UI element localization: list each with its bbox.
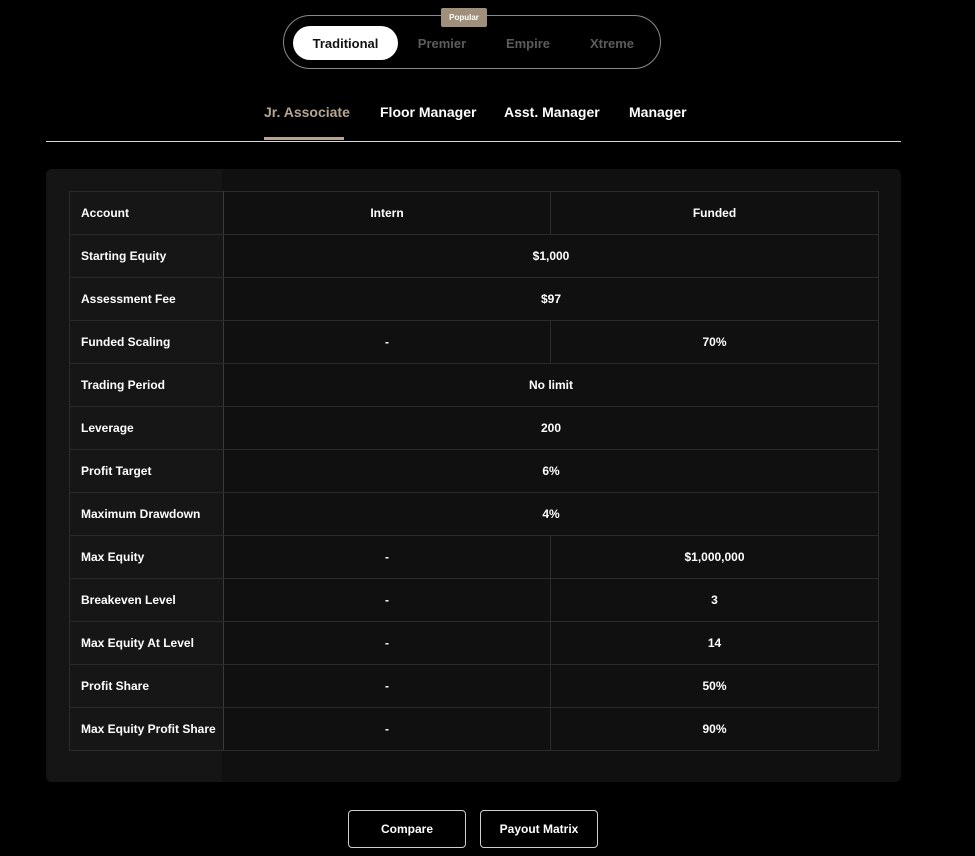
row-value-intern: - — [223, 707, 551, 751]
row-label: Breakeven Level — [69, 578, 224, 622]
row-value-funded: 3 — [550, 578, 879, 622]
account-spec-card: Account Intern Funded Starting Equity $1,… — [46, 169, 901, 782]
table-row: Funded Scaling -70% — [69, 320, 879, 364]
compare-button[interactable]: Compare — [348, 810, 466, 848]
row-value-funded: 50% — [550, 664, 879, 708]
table-row: Breakeven Level -3 — [69, 578, 879, 622]
tab-manager[interactable]: Manager — [629, 104, 687, 120]
tab-floor-manager[interactable]: Floor Manager — [380, 104, 476, 120]
table-row: Profit Target 6% — [69, 449, 879, 493]
row-label: Trading Period — [69, 363, 224, 407]
row-value: $97 — [223, 277, 879, 321]
row-label: Starting Equity — [69, 234, 224, 278]
plan-option-traditional[interactable]: Traditional — [293, 26, 398, 60]
row-value-funded: 14 — [550, 621, 879, 665]
row-label: Max Equity At Level — [69, 621, 224, 665]
header-account: Account — [69, 191, 224, 235]
row-label: Profit Target — [69, 449, 224, 493]
plan-option-premier[interactable]: Premier — [404, 26, 480, 60]
row-label: Maximum Drawdown — [69, 492, 224, 536]
row-label: Leverage — [69, 406, 224, 450]
table-row: Max Equity At Level -14 — [69, 621, 879, 665]
table-row: Max Equity - $1,000,000 — [69, 535, 879, 579]
payout-matrix-button[interactable]: Payout Matrix — [480, 810, 598, 848]
table-row: Leverage 200 — [69, 406, 879, 450]
table-row: Profit Share -50% — [69, 664, 879, 708]
row-value: No limit — [223, 363, 879, 407]
row-value: 4% — [223, 492, 879, 536]
header-funded: Funded — [550, 191, 879, 235]
row-label: Profit Share — [69, 664, 224, 708]
row-value-funded: 70% — [550, 320, 879, 364]
tab-asst-manager[interactable]: Asst. Manager — [504, 104, 600, 120]
table-row: Assessment Fee $97 — [69, 277, 879, 321]
row-value-funded: $1,000,000 — [550, 535, 879, 579]
row-value-intern: - — [223, 578, 551, 622]
row-label: Assessment Fee — [69, 277, 224, 321]
plan-option-empire[interactable]: Empire — [490, 26, 566, 60]
tab-jr-associate[interactable]: Jr. Associate — [264, 104, 350, 120]
row-value-intern: - — [223, 664, 551, 708]
plan-option-xtreme[interactable]: Xtreme — [574, 26, 650, 60]
active-tab-indicator — [264, 137, 344, 140]
row-value: 6% — [223, 449, 879, 493]
header-intern: Intern — [223, 191, 551, 235]
table-row: Trading Period No limit — [69, 363, 879, 407]
row-label: Funded Scaling — [69, 320, 224, 364]
tabs-divider — [46, 141, 901, 142]
table-row: Starting Equity $1,000 — [69, 234, 879, 278]
row-value-intern: - — [223, 621, 551, 665]
row-value: $1,000 — [223, 234, 879, 278]
row-value-intern: - — [223, 535, 551, 579]
row-value-funded: 90% — [550, 707, 879, 751]
table-row: Maximum Drawdown 4% — [69, 492, 879, 536]
row-value: 200 — [223, 406, 879, 450]
row-label: Max Equity Profit Share — [69, 707, 224, 751]
row-value-intern: - — [223, 320, 551, 364]
tier-tabs: Jr. Associate Floor Manager Asst. Manage… — [0, 100, 975, 142]
popular-badge: Popular — [441, 8, 487, 27]
row-label: Max Equity — [69, 535, 224, 579]
table-row: Max Equity Profit Share -90% — [69, 707, 879, 751]
table-header-row: Account Intern Funded — [69, 191, 879, 235]
account-spec-table: Account Intern Funded Starting Equity $1,… — [69, 191, 879, 751]
